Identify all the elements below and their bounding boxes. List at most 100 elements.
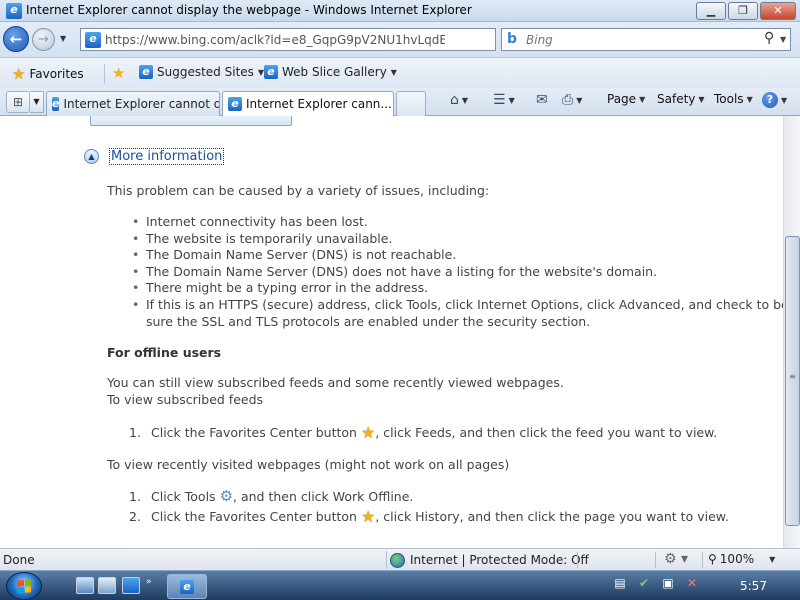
step-text: Click Tools [151, 488, 216, 504]
chevron-down-icon: ▼ [639, 94, 646, 104]
list-item-continuation: sure the SSL and TLS protocols are enabl… [146, 313, 591, 329]
favorites-star-icon: ★ [12, 65, 26, 83]
search-box[interactable]: b ⚲ ▼ [501, 28, 791, 51]
chevron-down-icon: ▼ [390, 67, 397, 77]
document-icon[interactable]: ▤ [612, 575, 628, 591]
taskbar: » e ▤ ✔ ▣ ✕ 5:57 [0, 570, 800, 600]
list-item: The Domain Name Server (DNS) is not reac… [132, 247, 783, 264]
favorites-star-icon: ★ [360, 422, 376, 442]
tab-label: Internet Explorer cann... [246, 97, 392, 111]
page-content: ▲ More information This problem can be c… [0, 116, 783, 548]
tab-1-active[interactable]: e Internet Explorer cann... [222, 91, 394, 116]
search-icon[interactable]: ⚲ [764, 30, 774, 46]
step-text: Click the Favorites Center button [151, 508, 357, 524]
protected-mode-icon[interactable]: ⚙ ▾ [664, 551, 688, 567]
chevron-down-icon: ▼ [698, 94, 705, 104]
search-input[interactable] [526, 31, 746, 48]
tab-list-dropdown[interactable]: ▼ [30, 91, 44, 113]
printer-icon: ⎙ [562, 92, 574, 108]
system-tray: ▤ ✔ ▣ ✕ [612, 575, 700, 591]
back-button[interactable]: ← [3, 26, 29, 52]
suggested-sites-link[interactable]: e Suggested Sites ▼ [139, 65, 264, 79]
list-item: The Domain Name Server (DNS) does not ha… [132, 264, 783, 281]
ie-page-icon: e [139, 65, 153, 79]
collapse-arrow-icon[interactable]: ▲ [84, 149, 99, 164]
zoom-control[interactable]: ⚲ 100% ▼ [708, 552, 775, 566]
ie-icon: e [180, 580, 194, 594]
search-options-dropdown-icon[interactable]: ▼ [780, 35, 786, 44]
causes-list: Internet connectivity has been lost. The… [132, 214, 783, 330]
start-button[interactable] [6, 572, 42, 600]
favorites-item-label: Suggested Sites [157, 65, 254, 79]
more-information-link[interactable]: More information [109, 148, 225, 165]
offline-heading: For offline users [107, 345, 222, 360]
page-menu[interactable]: Page ▼ [607, 92, 645, 106]
new-tab-button[interactable] [396, 91, 426, 116]
add-to-favorites-bar-icon[interactable]: ★ [112, 64, 125, 82]
list-item: The website is temporarily unavailable. [132, 231, 783, 248]
favorites-label: Favorites [29, 67, 84, 81]
chevron-down-icon: ▼ [461, 95, 469, 105]
feeds-button[interactable]: ☰ ▼ [493, 92, 515, 108]
zoom-level: 100% [719, 552, 755, 566]
chevron-down-icon: ▼ [508, 95, 515, 105]
ie-page-icon: e [264, 65, 278, 79]
chevron-down-icon: ▼ [576, 95, 583, 105]
minimize-button[interactable]: ▁ [696, 2, 726, 20]
list-item: There might be a typing error in the add… [132, 280, 783, 297]
chevron-down-icon: ▼ [769, 554, 776, 564]
status-text: Done [3, 553, 35, 567]
read-mail-button[interactable]: ✉ [536, 92, 548, 108]
recent-pages-dropdown-icon[interactable]: ▼ [60, 34, 66, 43]
favorites-button[interactable]: ★ Favorites [12, 64, 84, 84]
tab-0[interactable]: e Internet Explorer cannot d... [46, 91, 220, 116]
diagnose-button[interactable] [90, 116, 292, 126]
favorites-star-icon: ★ [360, 506, 376, 526]
network-icon[interactable]: ▣ [660, 575, 676, 591]
divider [577, 552, 578, 568]
scrollbar-thumb[interactable]: ≡ [785, 236, 800, 526]
home-button[interactable]: ⌂ ▼ [450, 92, 468, 108]
intro-text: This problem can be caused by a variety … [107, 183, 490, 198]
status-bar: Done Internet | Protected Mode: Off ⚙ ▾ … [0, 548, 800, 570]
divider [104, 64, 105, 84]
vertical-scrollbar[interactable]: ≡ [783, 116, 800, 548]
ie-page-icon: e [228, 97, 242, 111]
list-item: If this is an HTTPS (secure) address, cl… [132, 297, 783, 314]
rss-feed-icon: ☰ [493, 92, 506, 108]
volume-muted-icon[interactable]: ✕ [684, 575, 700, 591]
more-information-toggle[interactable]: ▲ More information [84, 148, 225, 165]
list-item: 2. Click the Favorites Center button ★ ,… [129, 506, 729, 526]
close-button[interactable]: ✕ [760, 2, 796, 20]
tools-menu-label: Tools [714, 92, 744, 106]
quick-tabs-button[interactable]: ⊞ [6, 91, 30, 113]
globe-icon [390, 552, 405, 568]
favorites-item-label: Web Slice Gallery [282, 65, 387, 79]
feeds-subheading: To view subscribed feeds [107, 392, 264, 407]
print-button[interactable]: ⎙ ▼ [562, 92, 582, 108]
maximize-button[interactable]: ❐ [728, 2, 758, 20]
clock[interactable]: 5:57 [740, 579, 767, 593]
recent-steps: 1. Click Tools ⚙ , and then click Work O… [129, 486, 729, 526]
feeds-steps: 1. Click the Favorites Center button ★ ,… [129, 422, 717, 442]
help-button[interactable]: ? ▼ [762, 92, 787, 108]
security-zone[interactable]: Internet | Protected Mode: Off [386, 551, 589, 569]
security-shield-icon[interactable]: ✔ [636, 575, 652, 591]
forward-button[interactable]: → [32, 28, 55, 51]
tab-label: Internet Explorer cannot d... [63, 97, 220, 111]
help-icon: ? [762, 92, 778, 108]
web-slice-gallery-link[interactable]: e Web Slice Gallery ▼ [264, 65, 397, 79]
address-bar[interactable]: e ▼ ⇆ ✕ [80, 28, 568, 51]
offline-text: You can still view subscribed feeds and … [107, 375, 564, 390]
show-desktop-icon[interactable] [76, 577, 94, 594]
step-text: , click Feeds, and then click the feed y… [375, 424, 718, 440]
taskbar-ie-button[interactable]: e [167, 574, 207, 599]
safety-menu[interactable]: Safety ▼ [657, 92, 705, 106]
switch-windows-icon[interactable] [98, 577, 116, 594]
zoom-icon: ⚲ [708, 552, 717, 566]
quicklaunch-overflow-icon[interactable]: » [146, 577, 156, 594]
ie-quicklaunch-icon[interactable] [122, 577, 140, 594]
address-input[interactable] [105, 31, 445, 48]
tools-menu[interactable]: Tools ▼ [714, 92, 753, 106]
window-title: Internet Explorer cannot display the web… [26, 3, 472, 17]
